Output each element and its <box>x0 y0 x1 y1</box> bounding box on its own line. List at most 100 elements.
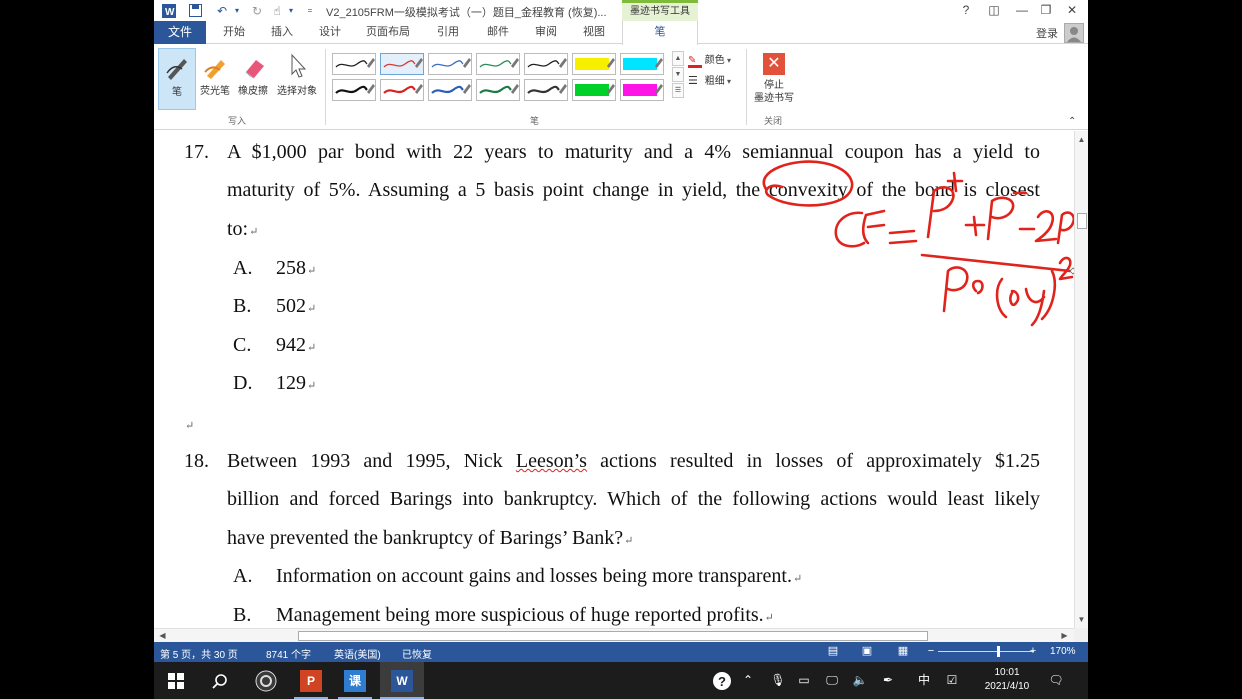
pen-button[interactable]: 笔 <box>158 48 196 110</box>
tab-file[interactable]: 文件 <box>154 21 206 44</box>
close-group-label: 关闭 <box>764 116 783 126</box>
highlighter-button[interactable]: 荧光笔 <box>196 48 234 110</box>
pen-style-swatch[interactable] <box>380 53 424 75</box>
title-bar: W ↶ ▾ ↻ ☝ ▾ = V2_2105FRM一级模拟考试（一）题目_金程教育… <box>154 0 1088 21</box>
pen-style-swatch[interactable] <box>524 53 568 75</box>
tab-references[interactable]: 引用 <box>428 21 468 44</box>
stop-inking-button[interactable]: ✕ 停止 墨迹书写 <box>750 50 798 110</box>
pen-style-swatch[interactable] <box>620 79 664 101</box>
pen-style-swatch[interactable] <box>572 53 616 75</box>
pen-thickness-dropdown[interactable]: ☰ 粗细 ▾ <box>688 72 731 88</box>
sign-in-link[interactable]: 登录 <box>1036 25 1058 41</box>
search-icon[interactable] <box>198 662 242 699</box>
pen-color-dropdown[interactable]: ✎ 颜色 ▾ <box>688 51 731 68</box>
pen-style-swatch[interactable] <box>428 53 472 75</box>
vertical-scroll-thumb[interactable] <box>1077 213 1087 229</box>
ink-letter-c <box>834 211 866 248</box>
battery-icon[interactable]: ▭ <box>796 662 812 699</box>
classroom-app-icon[interactable]: 课 <box>344 670 366 692</box>
tab-page-layout[interactable]: 页面布局 <box>360 21 416 44</box>
select-objects-icon <box>284 52 310 80</box>
undo-icon[interactable]: ↶ <box>212 2 232 19</box>
pen-style-swatch[interactable] <box>620 53 664 75</box>
ink-annotation[interactable] <box>154 131 1074 628</box>
gallery-more-icon[interactable]: ☰ <box>672 83 684 98</box>
word-count[interactable]: 8741 个字 <box>266 646 311 661</box>
show-hidden-icons-icon[interactable]: ⌃ <box>740 662 756 699</box>
checkbox-tray-icon[interactable]: ☑ <box>944 662 960 699</box>
redo-icon[interactable]: ↻ <box>248 2 266 19</box>
touch-dropdown-icon[interactable]: ▾ <box>286 2 296 19</box>
touch-mode-icon[interactable]: ☝ <box>268 2 286 19</box>
zoom-slider[interactable] <box>938 646 1034 657</box>
zoom-level[interactable]: 170% <box>1050 646 1076 657</box>
web-layout-icon[interactable]: ▦ <box>896 645 910 658</box>
zoom-in-icon[interactable]: + <box>1026 645 1040 658</box>
scroll-right-icon[interactable]: ▶ <box>1058 629 1071 642</box>
pen-style-swatch[interactable] <box>332 53 376 75</box>
volume-icon[interactable]: 🔈 <box>852 662 868 699</box>
svg-text:?: ? <box>718 674 726 689</box>
tab-view[interactable]: 视图 <box>574 21 614 44</box>
eraser-button-label: 橡皮擦 <box>238 86 268 97</box>
horizontal-scrollbar[interactable]: ◀ ▶ <box>154 628 1074 642</box>
read-mode-icon[interactable]: ▤ <box>826 645 840 658</box>
ink-fraction-bar <box>920 253 1072 273</box>
pen-style-swatch[interactable] <box>380 79 424 101</box>
tab-mailings[interactable]: 邮件 <box>478 21 518 44</box>
customize-qat-icon[interactable]: = <box>304 2 316 19</box>
powerpoint-icon[interactable]: P <box>300 670 322 692</box>
pen-workspace-icon[interactable]: ✒ <box>880 662 896 699</box>
gallery-down-icon[interactable]: ▼ <box>672 67 684 82</box>
help-tray-icon[interactable]: ? <box>710 662 734 699</box>
tab-home[interactable]: 开始 <box>214 21 254 44</box>
collapse-ribbon-icon[interactable]: ⌃ <box>1068 116 1076 127</box>
pen-style-swatch[interactable] <box>428 79 472 101</box>
pen-style-swatch[interactable] <box>476 53 520 75</box>
scroll-down-icon[interactable]: ▼ <box>1075 613 1088 626</box>
tab-insert[interactable]: 插入 <box>262 21 302 44</box>
notification-icon[interactable]: 🗨 <box>1048 662 1064 699</box>
help-button[interactable]: ? <box>954 2 978 19</box>
restore-button[interactable]: ❐ <box>1034 2 1058 19</box>
undo-dropdown-icon[interactable]: ▾ <box>232 2 242 19</box>
pen-style-swatch[interactable] <box>572 79 616 101</box>
network-icon[interactable]: 🖵 <box>824 662 840 699</box>
ime-indicator[interactable]: 中 <box>916 662 932 699</box>
select-objects-button[interactable]: 选择对象 <box>274 48 320 110</box>
page-count[interactable]: 第 5 页，共 30 页 <box>160 646 238 661</box>
obs-icon[interactable] <box>244 662 288 699</box>
zoom-slider-thumb[interactable] <box>996 646 1000 657</box>
tab-pen[interactable]: 笔 <box>622 21 698 45</box>
minimize-button[interactable]: — <box>1010 2 1034 19</box>
zoom-out-icon[interactable]: − <box>924 645 938 658</box>
word-window: W ↶ ▾ ↻ ☝ ▾ = V2_2105FRM一级模拟考试（一）题目_金程教育… <box>154 0 1088 662</box>
clock[interactable]: 10:01 2021/4/10 <box>972 666 1042 694</box>
pen-color-label: 颜色 <box>704 55 725 66</box>
start-icon[interactable] <box>154 662 198 699</box>
microphone-icon[interactable]: 🎙 <box>770 662 786 699</box>
vertical-scrollbar[interactable]: ▲ ▼ <box>1074 131 1088 628</box>
ribbon-separator <box>325 49 326 125</box>
pen-style-swatch[interactable] <box>332 79 376 101</box>
horizontal-scroll-thumb[interactable] <box>298 631 928 641</box>
language-indicator[interactable]: 英语(美国) <box>334 646 381 661</box>
scroll-up-icon[interactable]: ▲ <box>1075 133 1088 146</box>
pen-style-swatch[interactable] <box>524 79 568 101</box>
word-app-icon[interactable]: W <box>160 2 178 19</box>
eraser-button[interactable]: 橡皮擦 <box>234 48 272 110</box>
ink-tools-context-title: 墨迹书写工具 <box>622 0 698 21</box>
document-page[interactable]: 17. A $1,000 par bond with 22 years to m… <box>154 131 1074 628</box>
tab-design[interactable]: 设计 <box>310 21 350 44</box>
word-taskbar-button[interactable]: W <box>380 662 424 699</box>
avatar[interactable] <box>1064 23 1084 43</box>
scrollbar-corner <box>1074 628 1088 642</box>
gallery-up-icon[interactable]: ▲ <box>672 51 684 66</box>
ribbon-display-options-button[interactable]: ◫ <box>982 2 1006 19</box>
print-layout-icon[interactable]: ▣ <box>860 645 874 658</box>
scroll-left-icon[interactable]: ◀ <box>156 629 169 642</box>
tab-review[interactable]: 审阅 <box>526 21 566 44</box>
save-icon[interactable] <box>186 2 204 19</box>
pen-style-swatch[interactable] <box>476 79 520 101</box>
close-button[interactable]: ✕ <box>1060 2 1084 19</box>
